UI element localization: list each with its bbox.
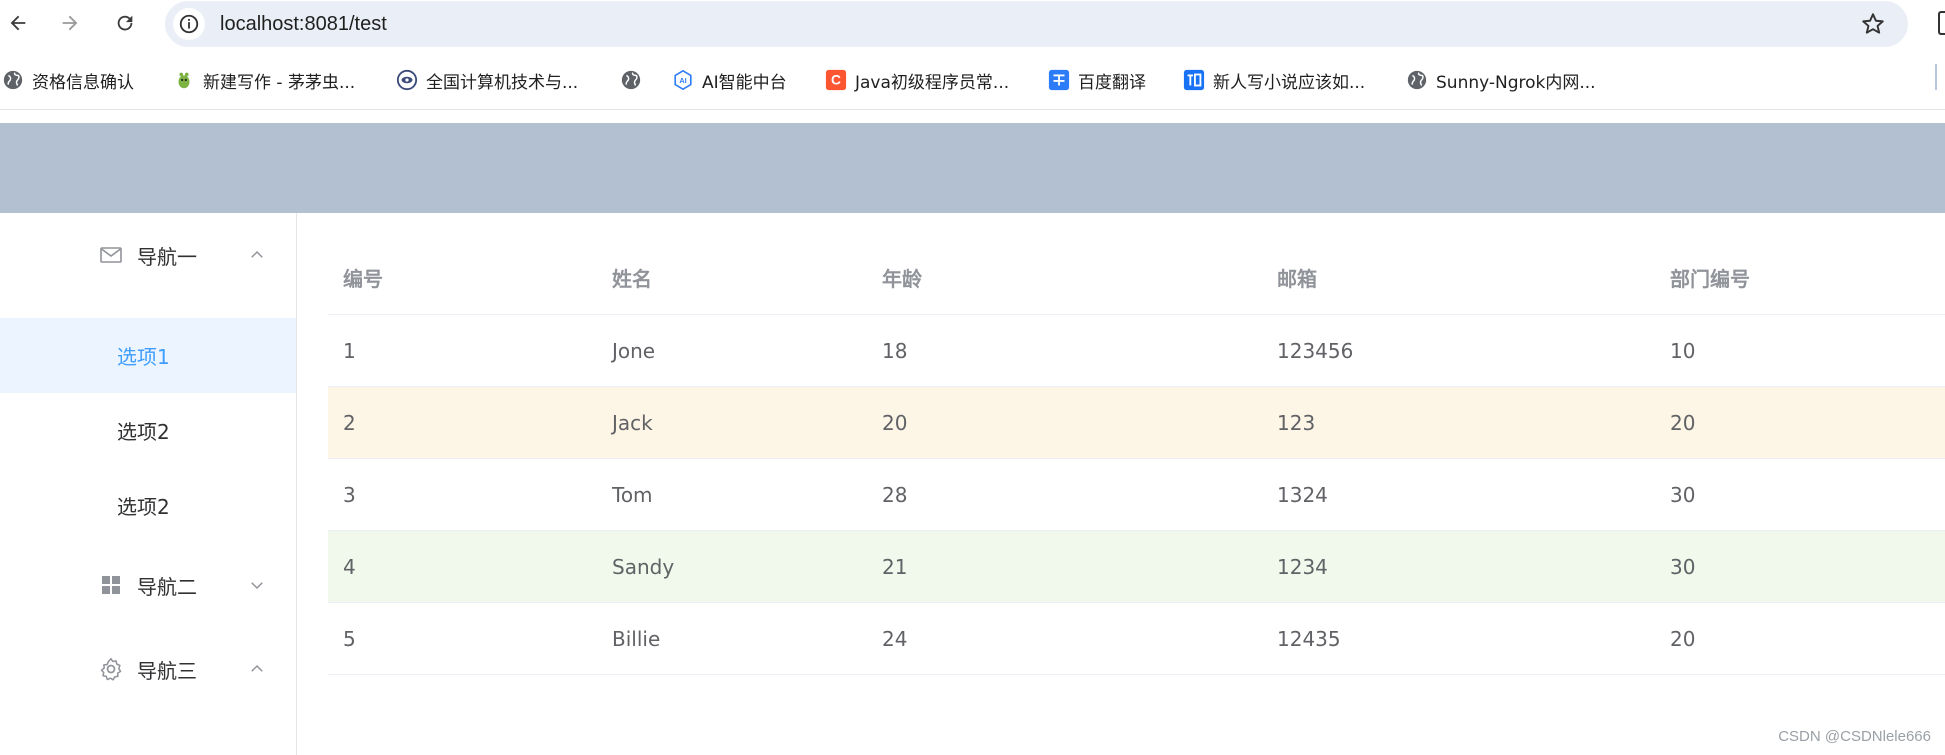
globe-icon: [1406, 69, 1428, 91]
column-header-dept[interactable]: 部门编号: [1670, 243, 1750, 315]
arrow-right-icon: [62, 15, 78, 31]
bookmark-item[interactable]: Sunny-Ngrok内网...: [1406, 58, 1596, 102]
svg-text:C: C: [831, 73, 841, 88]
submenu-nav2[interactable]: 导航二: [0, 550, 296, 620]
table-cell: 18: [882, 339, 908, 363]
page-header: [0, 123, 1945, 213]
table-cell: 2: [343, 411, 356, 435]
submenu-nav3-label: 导航三: [137, 658, 197, 683]
address-bar[interactable]: localhost:8081/test: [165, 1, 1908, 47]
bug-icon: [173, 69, 195, 91]
table-cell: Tom: [612, 483, 653, 507]
column-header-email[interactable]: 邮箱: [1277, 243, 1317, 315]
browser-toolbar: localhost:8081/test: [0, 0, 1945, 47]
table-cell: Sandy: [612, 555, 675, 579]
table-cell: 1324: [1277, 483, 1328, 507]
data-table: 编号 姓名 年龄 邮箱 部门编号 1 Jone 18 123456 10 2 J…: [328, 243, 1945, 675]
table-row[interactable]: 2 Jack 20 123 20: [328, 387, 1945, 459]
table-cell: 30: [1670, 555, 1696, 579]
reload-button[interactable]: [111, 9, 139, 37]
arrow-left-icon: [10, 15, 26, 31]
table-cell: Jone: [612, 339, 656, 363]
eye-logo-icon: [396, 69, 418, 91]
bookmark-item[interactable]: 新人写小说应该如...: [1183, 58, 1365, 102]
submenu-nav1[interactable]: 导航一: [0, 220, 296, 290]
back-button[interactable]: [4, 9, 32, 37]
submenu-nav1-label: 导航一: [137, 244, 197, 269]
bookmark-item[interactable]: 资格信息确认: [2, 58, 134, 102]
table-cell: 4: [343, 555, 356, 579]
table-cell: 30: [1670, 483, 1696, 507]
toolbar-divider: [0, 109, 1945, 110]
bookmark-item[interactable]: AI AI智能中台: [672, 58, 787, 102]
bookmark-item[interactable]: 全国计算机技术与...: [396, 58, 578, 102]
grid-icon: [98, 572, 124, 598]
url-text: localhost:8081/test: [220, 13, 387, 35]
menu-item-option2[interactable]: 选项2: [0, 393, 296, 468]
table-row[interactable]: 3 Tom 28 1324 30: [328, 459, 1945, 531]
table-cell: 20: [1670, 411, 1696, 435]
bookmark-star-icon[interactable]: [1860, 11, 1886, 37]
bookmark-item[interactable]: [620, 58, 650, 102]
table-cell: 24: [882, 627, 908, 651]
chevron-up-icon: [251, 250, 263, 258]
table-row[interactable]: 4 Sandy 21 1234 30: [328, 531, 1945, 603]
table-cell: 123: [1277, 411, 1316, 435]
gear-icon: [98, 656, 124, 682]
bookmarks-separator: [1935, 64, 1937, 90]
zhihu-icon: [1183, 69, 1205, 91]
table-cell: 1234: [1277, 555, 1328, 579]
ai-icon: AI: [672, 69, 694, 91]
forward-button[interactable]: [56, 9, 84, 37]
table-cell: 20: [882, 411, 908, 435]
bookmark-item[interactable]: 新建写作 - 茅茅虫...: [173, 58, 355, 102]
table-cell: 12435: [1277, 627, 1341, 651]
menu-item-option1[interactable]: 选项1: [0, 318, 296, 393]
side-panel-icon[interactable]: [1938, 11, 1945, 35]
table-cell: 10: [1670, 339, 1696, 363]
bookmark-item[interactable]: 百度翻译: [1048, 58, 1146, 102]
table-row[interactable]: 5 Billie 24 12435 20: [328, 603, 1945, 675]
submenu-nav2-label: 导航二: [137, 574, 197, 599]
sidebar-menu: 导航一 选项1 选项2 选项2 导航二 导航三: [0, 213, 297, 755]
table-cell: 5: [343, 627, 356, 651]
chevron-down-icon: [251, 582, 263, 590]
table-cell: 1: [343, 339, 356, 363]
submenu-nav3[interactable]: 导航三: [0, 634, 296, 704]
table-cell: 3: [343, 483, 356, 507]
column-header-age[interactable]: 年龄: [882, 243, 922, 315]
table-cell: 21: [882, 555, 908, 579]
table-cell: Billie: [612, 627, 661, 651]
site-info-icon[interactable]: [173, 8, 205, 40]
bookmarks-bar: 资格信息确认 新建写作 - 茅茅虫... 全国计算机技术与... AI AI智能…: [0, 58, 1945, 102]
table-row[interactable]: 1 Jone 18 123456 10: [328, 315, 1945, 387]
translate-icon: [1048, 69, 1070, 91]
table-cell: 20: [1670, 627, 1696, 651]
svg-text:AI: AI: [679, 76, 686, 85]
table-cell: Jack: [612, 411, 653, 435]
globe-icon: [620, 69, 642, 91]
column-header-name[interactable]: 姓名: [612, 243, 652, 315]
reload-icon: [117, 15, 133, 31]
column-header-id[interactable]: 编号: [343, 243, 383, 315]
mail-icon: [98, 242, 124, 268]
bookmark-item[interactable]: C Java初级程序员常...: [825, 58, 1009, 102]
table-cell: 123456: [1277, 339, 1354, 363]
table-cell: 28: [882, 483, 908, 507]
chevron-up-icon: [251, 664, 263, 672]
table-header-row: 编号 姓名 年龄 邮箱 部门编号: [328, 243, 1945, 315]
menu-item-option2b[interactable]: 选项2: [0, 468, 296, 543]
globe-icon: [2, 69, 24, 91]
watermark-text: CSDN @CSDNlele666: [1778, 728, 1931, 745]
csdn-icon: C: [825, 69, 847, 91]
